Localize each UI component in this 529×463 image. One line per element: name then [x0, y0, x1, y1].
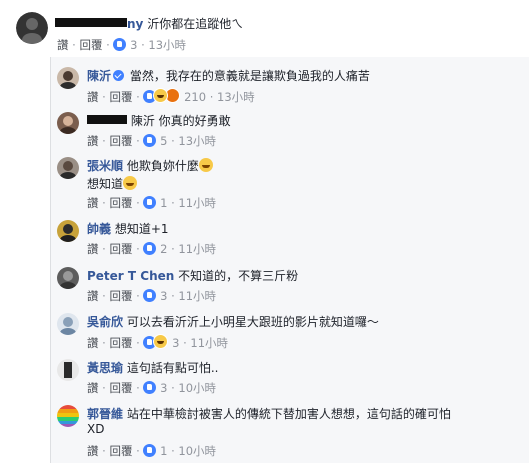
reply-link[interactable]: 回覆	[109, 381, 132, 395]
timestamp[interactable]: 13小時	[178, 134, 216, 148]
like-reaction-icon[interactable]	[143, 134, 157, 147]
reaction-count[interactable]: 210	[184, 90, 206, 104]
avatar[interactable]	[57, 157, 79, 179]
reply-text: 他欺負妳什麼	[126, 159, 199, 173]
timestamp[interactable]: 10小時	[178, 381, 216, 395]
like-link[interactable]: 讚	[57, 38, 69, 52]
like-link[interactable]: 讚	[87, 444, 99, 458]
reaction-count[interactable]: 3	[172, 336, 179, 350]
verified-icon	[113, 70, 125, 81]
reply-text-line2: 想知道	[87, 177, 124, 191]
like-reaction-icon[interactable]	[143, 381, 157, 394]
like-reaction-icon[interactable]	[143, 196, 157, 209]
avatar[interactable]	[57, 313, 79, 335]
timestamp[interactable]: 11小時	[190, 336, 228, 350]
like-link[interactable]: 讚	[87, 381, 99, 395]
reply-text: 當然，我存在的意義就是讓欺負過我的人痛苦	[129, 69, 370, 83]
avatar[interactable]	[57, 405, 79, 427]
reply-link[interactable]: 回覆	[109, 336, 132, 350]
reply-item: 黃思瑜 這句話有點可怕.. 讚 · 回覆 · 3 · 10小時	[51, 356, 529, 398]
comment-author[interactable]: ny	[127, 17, 143, 31]
like-link[interactable]: 讚	[87, 90, 99, 104]
like-link[interactable]: 讚	[87, 336, 99, 350]
reply-link[interactable]: 回覆	[109, 196, 132, 210]
reply-text: 不知道的，不算三斤粉	[178, 269, 299, 283]
replies-thread: 陳沂 當然，我存在的意義就是讓欺負過我的人痛苦 讚 · 回覆 · 210 · 1…	[50, 57, 529, 463]
reaction-count[interactable]: 3	[160, 381, 167, 395]
like-reaction-icon[interactable]	[113, 38, 127, 51]
reaction-count[interactable]: 3	[160, 289, 167, 303]
redacted-author	[87, 115, 127, 124]
redacted-author	[55, 18, 127, 27]
reply-author[interactable]: 張米順	[87, 159, 123, 173]
comment-text: 沂你都在追蹤他ㄟ	[147, 17, 244, 31]
reply-author[interactable]: 陳沂	[87, 69, 111, 83]
reply-text: 想知道+1	[114, 222, 169, 236]
reaction-count[interactable]: 1	[160, 196, 167, 210]
reply-author[interactable]: 吳俞欣	[87, 315, 123, 329]
like-link[interactable]: 讚	[87, 196, 99, 210]
like-reaction-icon[interactable]	[143, 289, 157, 302]
reply-link[interactable]: 回覆	[109, 242, 132, 256]
timestamp[interactable]: 13小時	[148, 38, 186, 52]
reply-text-line2: XD	[87, 422, 105, 436]
avatar[interactable]	[57, 67, 79, 89]
reaction-count[interactable]: 1	[160, 444, 167, 458]
reply-link[interactable]: 回覆	[109, 444, 132, 458]
timestamp[interactable]: 11小時	[178, 196, 216, 210]
avatar[interactable]	[57, 112, 79, 134]
reply-item: 帥義 想知道+1 讚 · 回覆 · 2 · 11小時	[51, 217, 529, 259]
reply-item: 郭晉維 站在中華檢討被害人的傳統下替加害人想想，這句話的確可怕 XD 讚 · 回…	[51, 402, 529, 462]
reaction-count[interactable]: 3	[130, 38, 137, 52]
reply-author[interactable]: 黃思瑜	[87, 361, 123, 375]
avatar[interactable]	[16, 12, 48, 44]
timestamp[interactable]: 11小時	[178, 289, 216, 303]
reply-text: 可以去看沂沂上小明星大跟班的影片就知道囉～	[126, 315, 379, 329]
avatar[interactable]	[57, 359, 79, 381]
haha-reaction-icon[interactable]	[153, 334, 169, 349]
reply-item: 陳沂 當然，我存在的意義就是讓欺負過我的人痛苦 讚 · 回覆 · 210 · 1…	[51, 61, 529, 107]
top-comment: ny 沂你都在追蹤他ㄟ 讚 · 回覆 · 3 · 13小時	[0, 0, 529, 52]
reply-text: 站在中華檢討被害人的傳統下替加害人想想，這句話的確可怕	[126, 407, 451, 421]
reply-author[interactable]: 郭晉維	[87, 407, 123, 421]
thinking-emoji-icon	[198, 158, 213, 172]
reply-link[interactable]: 回覆	[109, 134, 132, 148]
like-reaction-icon[interactable]	[143, 444, 157, 457]
reply-item: 吳俞欣 可以去看沂沂上小明星大跟班的影片就知道囉～ 讚 · 回覆 · 3 · 1…	[51, 310, 529, 352]
reply-link[interactable]: 回覆	[109, 90, 132, 104]
reaction-count[interactable]: 5	[160, 134, 167, 148]
reply-item: 陳沂 你真的好勇敢 讚 · 回覆 · 5 · 13小時	[51, 109, 529, 151]
reply-link[interactable]: 回覆	[109, 289, 132, 303]
like-link[interactable]: 讚	[87, 134, 99, 148]
like-link[interactable]: 讚	[87, 289, 99, 303]
reply-item: 張米順 他欺負妳什麼 想知道 讚 · 回覆 · 1 · 11小時	[51, 154, 529, 210]
reply-text: 這句話有點可怕..	[126, 361, 219, 375]
avatar[interactable]	[57, 267, 79, 289]
avatar[interactable]	[57, 220, 79, 242]
timestamp[interactable]: 11小時	[178, 242, 216, 256]
reply-text: 陳沂 你真的好勇敢	[130, 114, 231, 128]
like-link[interactable]: 讚	[87, 242, 99, 256]
reaction-count[interactable]: 2	[160, 242, 167, 256]
reply-author[interactable]: Peter T Chen	[87, 269, 174, 283]
reply-item: Peter T Chen 不知道的，不算三斤粉 讚 · 回覆 · 3 · 11小…	[51, 264, 529, 306]
like-reaction-icon[interactable]	[143, 242, 157, 255]
timestamp[interactable]: 13小時	[217, 90, 255, 104]
reply-author[interactable]: 帥義	[87, 222, 111, 236]
timestamp[interactable]: 10小時	[178, 444, 216, 458]
reply-link[interactable]: 回覆	[79, 38, 102, 52]
grin-emoji-icon	[123, 176, 138, 190]
